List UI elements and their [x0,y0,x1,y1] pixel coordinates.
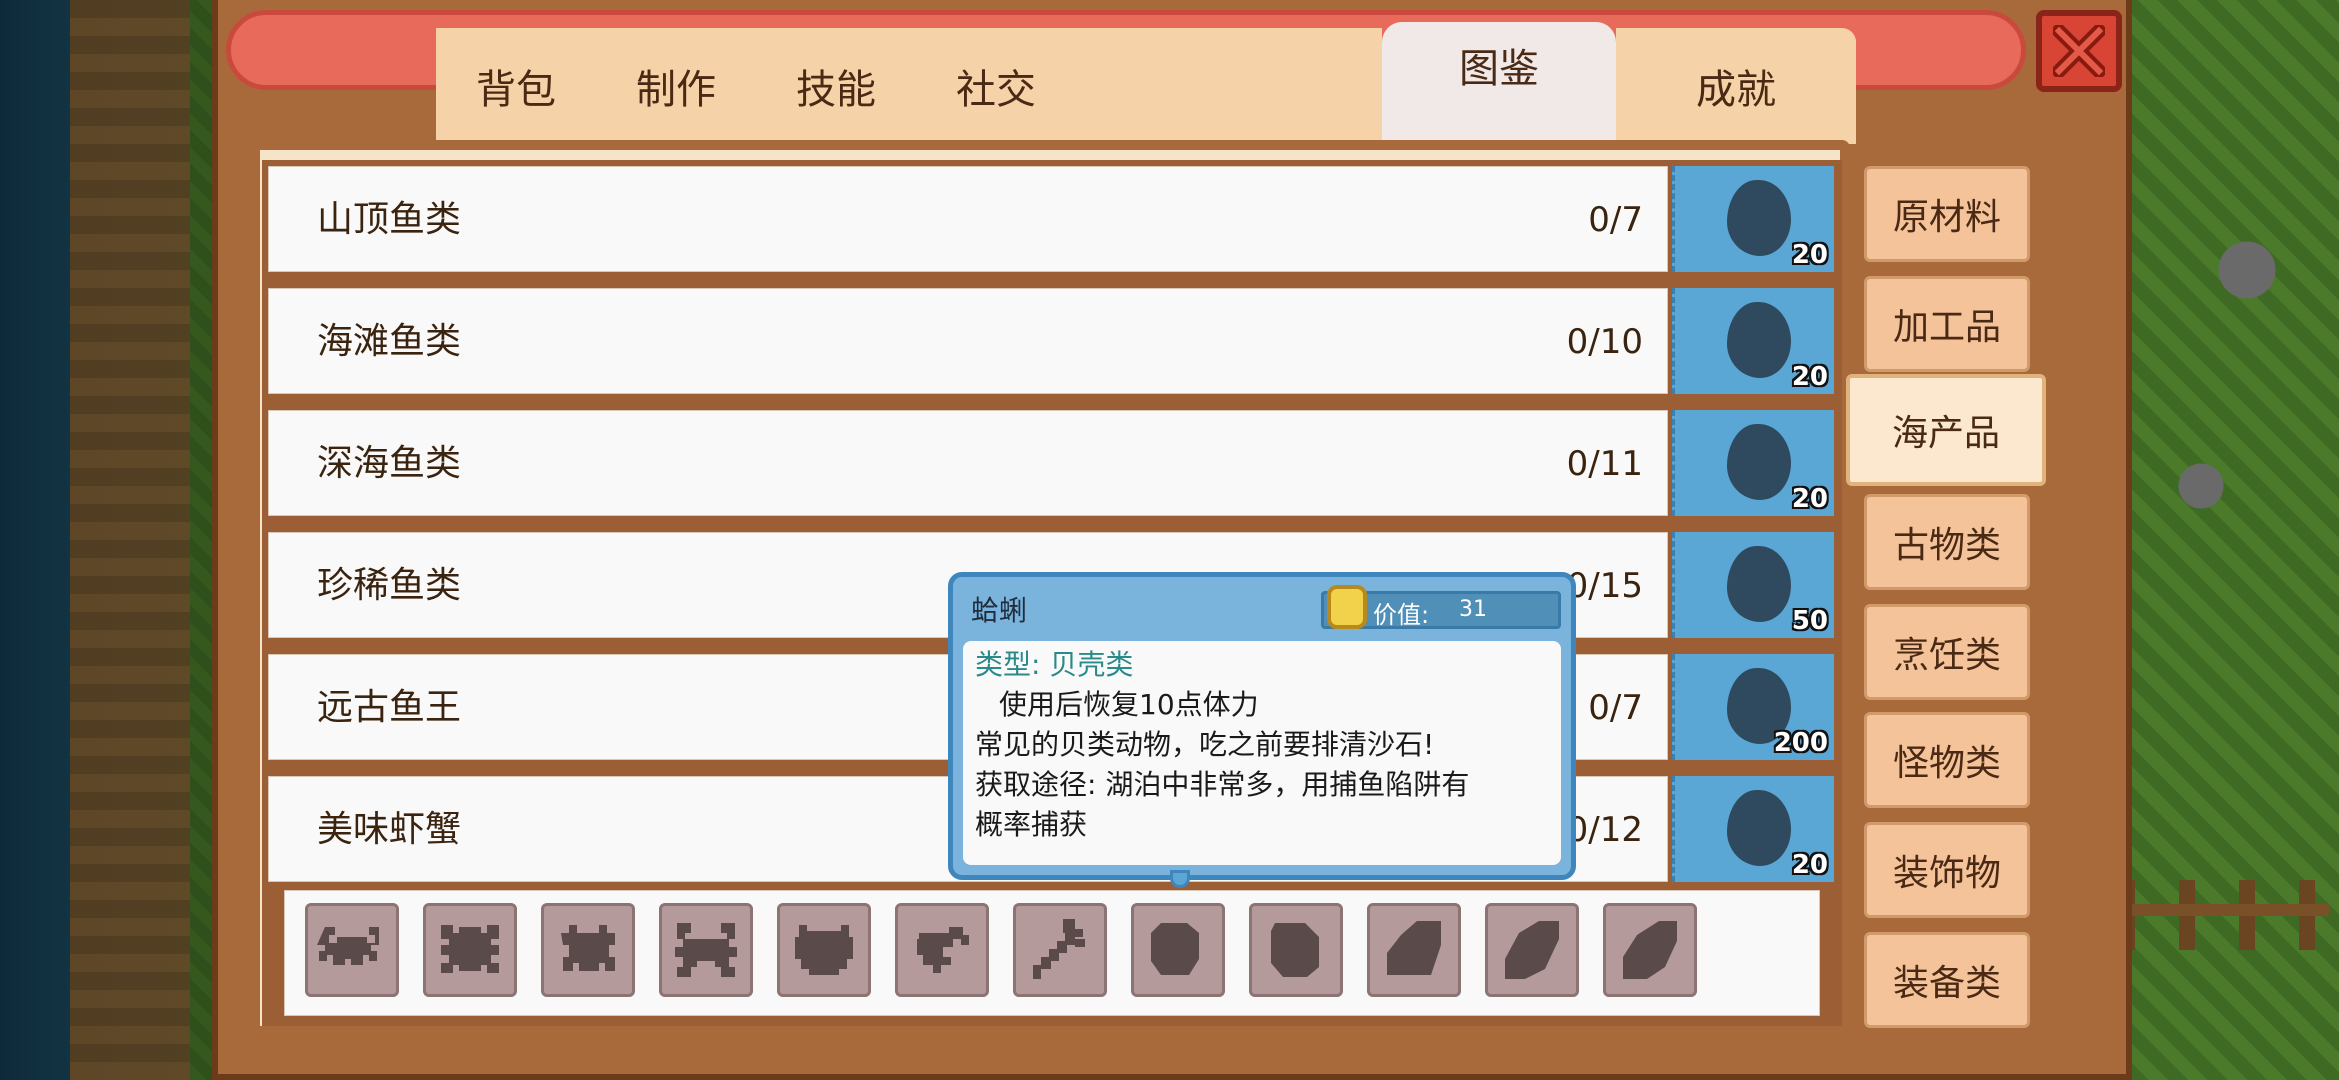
shell-silhouette-icon [1623,921,1677,979]
row-name: 山顶鱼类 [317,199,462,240]
tooltip-effect: 使用后恢复10点体力 [999,688,1259,721]
row-reward-slot[interactable]: 50 [1672,532,1834,638]
tooltip-description: 常见的贝类动物，吃之前要排清沙石! [975,728,1435,761]
row-reward-slot[interactable]: 20 [1672,166,1834,272]
row-count: 0/7 [1588,200,1643,240]
reward-amount: 20 [1791,850,1828,880]
item-slot[interactable] [659,903,753,997]
row-reward-slot[interactable]: 20 [1672,776,1834,882]
crab-silhouette-icon [561,925,615,971]
tooltip-value-amount: 31 [1459,597,1487,622]
reward-amount: 20 [1791,362,1828,392]
row-name: 海滩鱼类 [317,321,462,362]
reward-amount: 20 [1791,240,1828,270]
shell-silhouette-icon [1271,923,1319,977]
gold-coin-icon [1327,585,1367,629]
category-cooking[interactable]: 烹饪类 [1864,604,2030,700]
reward-amount: 50 [1791,606,1828,636]
lobster-silhouette-icon [1033,919,1085,979]
item-slot[interactable] [423,903,517,997]
close-button[interactable] [2036,10,2122,92]
shell-silhouette-icon [1151,923,1199,975]
item-slot[interactable] [1131,903,1225,997]
category-processed-goods[interactable]: 加工品 [1864,276,2030,372]
reward-icon [1727,180,1791,256]
reward-icon [1727,302,1791,378]
item-tooltip: 蛤蜊 价值: 31 类型: 贝壳类 使用后恢复10点体力 常见的贝类动物，吃之前… [948,572,1576,880]
reward-icon [1727,790,1791,866]
row-reward-slot[interactable]: 20 [1672,410,1834,516]
close-icon [2053,25,2105,77]
row-name: 深海鱼类 [317,443,462,484]
category-monsters[interactable]: 怪物类 [1864,712,2030,808]
item-slot[interactable] [1603,903,1697,997]
tab-collection[interactable]: 图鉴 [1382,22,1616,144]
tooltip-body: 类型: 贝壳类 使用后恢复10点体力 常见的贝类动物，吃之前要排清沙石! 获取途… [963,641,1561,865]
row-name: 美味虾蟹 [317,809,462,850]
tooltip-source-line-2: 概率捕获 [975,808,1088,841]
collection-row[interactable]: 山顶鱼类 0/7 20 [268,166,1834,272]
row-count: 0/11 [1566,444,1643,484]
item-silhouette-strip [284,890,1820,1016]
row-label-box: 山顶鱼类 0/7 [268,166,1668,272]
collection-row[interactable]: 海滩鱼类 0/10 20 [268,288,1834,394]
category-equipment[interactable]: 装备类 [1864,932,2030,1028]
row-name: 远古鱼王 [317,687,462,728]
reward-icon [1727,424,1791,500]
tab-backpack[interactable]: 背包 [436,28,596,144]
main-tab-bar: 背包 制作 技能 社交 图鉴 成就 [436,22,1856,146]
tooltip-item-name: 蛤蜊 [971,594,1028,627]
reward-amount: 20 [1791,484,1828,514]
item-slot[interactable] [777,903,871,997]
item-slot[interactable] [1013,903,1107,997]
row-count: 0/7 [1588,688,1643,728]
crab-silhouette-icon [317,927,379,965]
reward-icon [1727,546,1791,622]
category-decorations[interactable]: 装饰物 [1864,822,2030,918]
row-label-box: 海滩鱼类 0/10 [268,288,1668,394]
wooden-fence [2119,880,2329,950]
shell-silhouette-icon [1387,921,1441,975]
row-reward-slot[interactable]: 20 [1672,288,1834,394]
row-reward-slot[interactable]: 200 [1672,654,1834,760]
tab-spacer [1076,28,1382,144]
tab-achievements[interactable]: 成就 [1616,28,1856,144]
item-slot[interactable] [895,903,989,997]
category-antiquities[interactable]: 古物类 [1864,494,2030,590]
tooltip-type: 类型: 贝壳类 [975,648,1134,681]
tab-social[interactable]: 社交 [916,28,1076,144]
tab-skills[interactable]: 技能 [756,28,916,144]
shrimp-silhouette-icon [917,927,969,973]
item-slot[interactable] [1485,903,1579,997]
item-slot[interactable] [541,903,635,997]
row-name: 珍稀鱼类 [317,565,462,606]
item-slot[interactable] [305,903,399,997]
category-seafood[interactable]: 海产品 [1846,374,2046,486]
item-slot[interactable] [1249,903,1343,997]
crab-silhouette-icon [675,923,737,977]
shell-silhouette-icon [1505,921,1559,979]
row-count: 0/15 [1566,566,1643,606]
tab-crafting[interactable]: 制作 [596,28,756,144]
row-count: 0/12 [1566,810,1643,850]
row-label-box: 深海鱼类 0/11 [268,410,1668,516]
category-raw-materials[interactable]: 原材料 [1864,166,2030,262]
item-slot[interactable] [1367,903,1461,997]
collection-row[interactable]: 深海鱼类 0/11 20 [268,410,1834,516]
reward-amount: 200 [1773,728,1828,758]
row-count: 0/10 [1566,322,1643,362]
tooltip-value-label: 价值: [1373,601,1430,629]
crab-silhouette-icon [795,925,853,975]
crab-silhouette-icon [441,925,499,973]
tooltip-source-line-1: 获取途径: 湖泊中非常多，用捕鱼陷阱有 [975,768,1470,801]
